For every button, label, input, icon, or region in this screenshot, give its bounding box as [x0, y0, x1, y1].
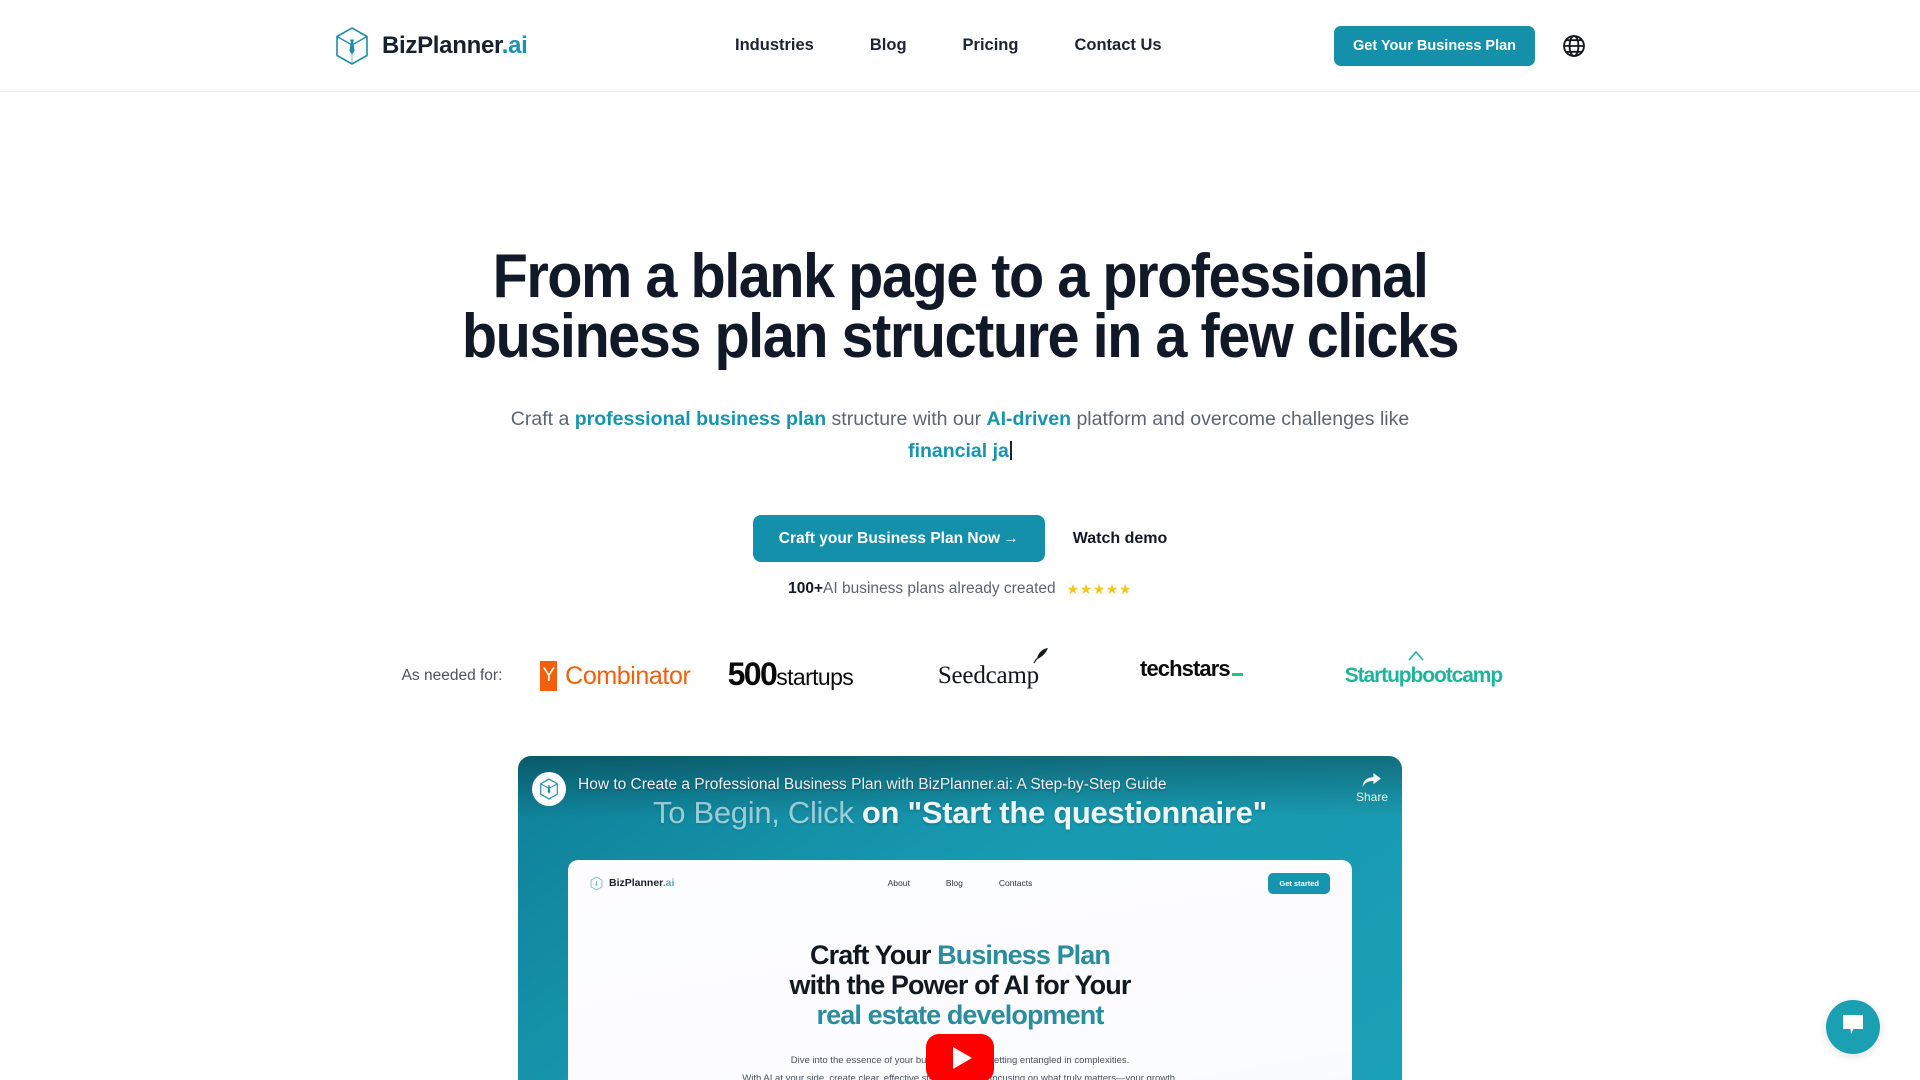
share-label: Share	[1355, 790, 1388, 804]
demo-video-player[interactable]: How to Create a Professional Business Pl…	[518, 756, 1402, 1080]
hero-subtitle: Craft a professional business plan struc…	[455, 403, 1465, 467]
techstars-wordmark: techstars	[1140, 656, 1231, 681]
subtitle-typed-text: financial ja	[908, 440, 1009, 462]
logo-startupbootcamp: Startupbootcamp	[1328, 650, 1518, 696]
plan-count: 100+	[788, 580, 823, 597]
thumbnail-nav-contacts: Contacts	[998, 878, 1033, 888]
logo-techstars: techstars	[1126, 656, 1256, 696]
partner-logo-strip: As needed for: Y Combinator 500 startups …	[0, 648, 1920, 696]
thumbnail-headline-b: with the Power of AI for Your	[789, 970, 1132, 1000]
yc-mark-icon: Y	[540, 661, 558, 691]
thumbnail-navbar: BizPlanner.ai About Blog Contacts Get st…	[568, 860, 1352, 906]
thumbnail-headline-accent: Business Plan	[937, 940, 1111, 970]
subtitle-highlight-2: AI-driven	[986, 408, 1072, 430]
subtitle-text-1: Craft a	[510, 408, 575, 430]
page-title-line-2: business plan structure in a few clicks	[461, 302, 1460, 371]
partner-strip-label: As needed for:	[401, 667, 503, 684]
chat-widget-button[interactable]	[1826, 1000, 1880, 1054]
play-button-icon[interactable]	[926, 1034, 994, 1080]
brand-name: BizPlanner.ai	[382, 31, 528, 59]
thumbnail-nav-links: About Blog Contacts	[888, 878, 1033, 888]
globe-icon[interactable]	[1561, 33, 1587, 59]
thumbnail-brand-name: BizPlanner.ai	[609, 877, 675, 889]
seedcamp-wordmark: Seedcamp	[937, 662, 1039, 689]
typing-caret	[1009, 441, 1012, 460]
social-proof: 100+AI business plans already created ★★…	[0, 580, 1920, 598]
hero-section: From a blank page to a professional busi…	[0, 242, 1920, 1080]
header-actions: Get Your Business Plan	[1334, 25, 1587, 66]
500-number: 500	[727, 656, 778, 692]
logo-y-combinator: Y Combinator	[540, 656, 691, 696]
nav-item-industries[interactable]: Industries	[735, 36, 814, 55]
video-title[interactable]: How to Create a Professional Business Pl…	[578, 776, 1166, 794]
social-proof-text: 100+AI business plans already created	[788, 580, 1056, 598]
plan-count-label: AI business plans already created	[823, 580, 1056, 597]
nav-item-blog[interactable]: Blog	[870, 36, 907, 55]
logo-seedcamp: Seedcamp	[928, 648, 1049, 696]
techstars-underscore-icon	[1231, 673, 1243, 676]
yc-wordmark: Combinator	[565, 661, 691, 690]
thumbnail-headline: Craft Your Business Plan with the Power …	[568, 940, 1352, 1030]
500-word: startups	[776, 664, 854, 690]
thumbnail-headline-accent2: real estate development	[816, 1000, 1105, 1030]
startupbootcamp-roof-icon	[1408, 648, 1425, 666]
chat-bubble-icon	[1840, 1013, 1866, 1042]
cube-tie-logo-icon	[334, 26, 370, 66]
site-header: BizPlanner.ai Industries Blog Pricing Co…	[0, 0, 1920, 92]
channel-avatar[interactable]	[532, 772, 566, 806]
get-your-business-plan-button[interactable]: Get Your Business Plan	[1334, 25, 1536, 66]
page-title: From a blank page to a professional busi…	[67, 242, 1853, 371]
subtitle-highlight-1: professional business plan	[574, 408, 827, 430]
nav-item-pricing[interactable]: Pricing	[963, 36, 1019, 55]
video-top-bar: How to Create a Professional Business Pl…	[518, 756, 1402, 818]
star-rating-icon: ★★★★★	[1066, 580, 1132, 597]
subtitle-text-2: structure with our	[826, 408, 987, 430]
thumbnail-nav-about: About	[887, 878, 910, 888]
page-title-line-1: From a blank page to a professional	[492, 242, 1429, 311]
seedcamp-leaf-icon	[1032, 647, 1050, 670]
logo-500-startups: 500 startups	[720, 656, 860, 696]
watch-demo-link[interactable]: Watch demo	[1073, 530, 1168, 548]
thumbnail-nav-blog: Blog	[945, 878, 963, 888]
thumbnail-brand: BizPlanner.ai	[590, 876, 674, 891]
play-triangle	[953, 1047, 972, 1069]
thumbnail-headline-a: Craft Your	[810, 940, 938, 970]
share-button[interactable]: Share	[1356, 772, 1388, 804]
startupbootcamp-wordmark: Startupbootcamp	[1344, 664, 1503, 687]
hero-actions: Craft your Business Plan Now → Watch dem…	[0, 515, 1920, 562]
subtitle-text-3: platform and overcome challenges like	[1071, 408, 1410, 430]
craft-business-plan-button[interactable]: Craft your Business Plan Now →	[752, 515, 1045, 562]
brand-logo[interactable]: BizPlanner.ai	[334, 26, 528, 66]
nav-item-contact-us[interactable]: Contact Us	[1074, 36, 1161, 55]
main-navigation: Industries Blog Pricing Contact Us	[735, 36, 1162, 55]
thumbnail-get-started-button: Get started	[1268, 872, 1330, 894]
